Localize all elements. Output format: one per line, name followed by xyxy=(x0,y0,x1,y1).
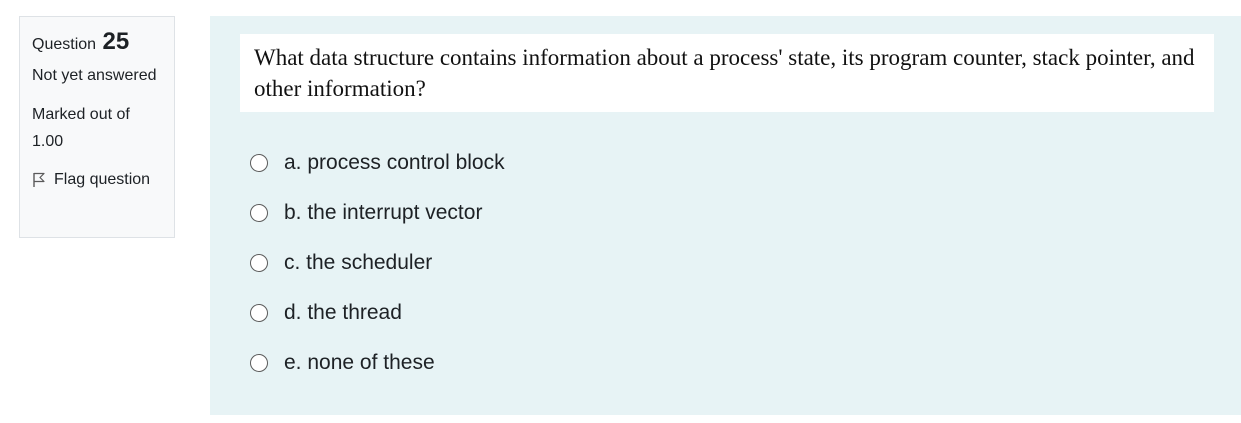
answer-options: a. process control block b. the interrup… xyxy=(250,138,505,388)
flag-icon xyxy=(33,172,45,187)
question-content: What data structure contains information… xyxy=(210,16,1241,415)
question-number-value: 25 xyxy=(102,28,130,55)
answer-label: c. the scheduler xyxy=(284,251,433,274)
radio-button[interactable] xyxy=(250,204,268,222)
radio-button[interactable] xyxy=(250,254,268,272)
flag-question-label: Flag question xyxy=(54,171,151,188)
answer-option-d[interactable]: d. the thread xyxy=(250,288,505,338)
question-info-panel: Question 25 Not yet answered Marked out … xyxy=(19,16,175,238)
question-number: Question 25 xyxy=(32,29,162,58)
flag-question-button[interactable]: Flag question xyxy=(32,169,162,191)
question-state: Not yet answered xyxy=(32,67,157,84)
answer-option-a[interactable]: a. process control block xyxy=(250,138,505,188)
answer-option-e[interactable]: e. none of these xyxy=(250,338,505,388)
question-label: Question xyxy=(32,36,97,53)
answer-option-b[interactable]: b. the interrupt vector xyxy=(250,188,505,238)
radio-button[interactable] xyxy=(250,354,268,372)
answer-label: b. the interrupt vector xyxy=(284,201,483,224)
answer-label: d. the thread xyxy=(284,301,402,324)
radio-button[interactable] xyxy=(250,304,268,322)
radio-button[interactable] xyxy=(250,154,268,172)
answer-option-c[interactable]: c. the scheduler xyxy=(250,238,505,288)
answer-label: e. none of these xyxy=(284,351,435,374)
question-grade: Marked out of 1.00 xyxy=(32,106,130,150)
question-text: What data structure contains information… xyxy=(240,34,1214,112)
answer-label: a. process control block xyxy=(284,151,505,174)
